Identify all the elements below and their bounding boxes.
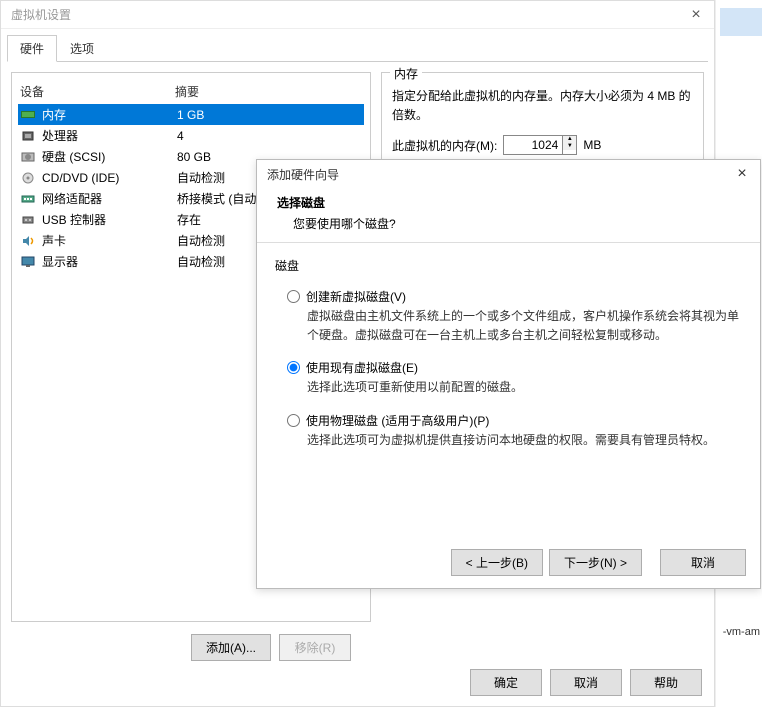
right-strip-highlight xyxy=(720,8,762,36)
close-icon[interactable]: × xyxy=(686,6,706,24)
radio-create-new[interactable]: 创建新虚拟磁盘(V) xyxy=(275,284,742,307)
network-icon xyxy=(20,192,36,206)
device-name: 处理器 xyxy=(42,127,177,144)
remove-button: 移除(R) xyxy=(279,634,351,661)
memory-fieldset: 内存 指定分配给此虚拟机的内存量。内存大小必须为 4 MB 的倍数。 此虚拟机的… xyxy=(381,72,704,168)
wizard-footer: < 上一步(B) 下一步(N) > 取消 xyxy=(451,549,746,576)
header-summary: 摘要 xyxy=(175,83,362,100)
radio-use-physical-desc: 选择此选项可为虚拟机提供直接访问本地硬盘的权限。需要具有管理员特权。 xyxy=(275,431,742,460)
spinner-up-icon[interactable]: ▲ xyxy=(563,136,576,143)
memory-input[interactable] xyxy=(503,135,563,155)
list-buttons: 添加(A)... 移除(R) xyxy=(181,634,351,661)
stray-text: -vm-am xyxy=(723,626,760,638)
radio-use-physical[interactable]: 使用物理磁盘 (适用于高级用户)(P) xyxy=(275,408,742,431)
device-row-memory[interactable]: 内存 1 GB xyxy=(18,104,364,125)
device-row-cpu[interactable]: 处理器 4 xyxy=(18,125,364,146)
radio-use-physical-label: 使用物理磁盘 (适用于高级用户)(P) xyxy=(306,412,489,429)
wizard-cancel-button[interactable]: 取消 xyxy=(660,549,746,576)
wizard-title: 添加硬件向导 xyxy=(265,166,732,183)
memory-legend: 内存 xyxy=(390,65,422,82)
radio-use-physical-input[interactable] xyxy=(287,414,300,427)
tab-options[interactable]: 选项 xyxy=(57,35,107,61)
tab-strip: 硬件 选项 xyxy=(7,35,708,62)
sound-icon xyxy=(20,234,36,248)
wizard-header: 选择磁盘 您要使用哪个磁盘? xyxy=(257,188,760,243)
wizard-header-title: 选择磁盘 xyxy=(277,194,740,211)
memory-spinner[interactable]: ▲▼ xyxy=(563,135,577,155)
wizard-titlebar: 添加硬件向导 × xyxy=(257,160,760,188)
main-titlebar: 虚拟机设置 × xyxy=(1,1,714,29)
device-name: 声卡 xyxy=(42,232,177,249)
device-name: 网络适配器 xyxy=(42,190,177,207)
main-title: 虚拟机设置 xyxy=(9,6,686,23)
radio-use-existing-input[interactable] xyxy=(287,361,300,374)
usb-icon xyxy=(20,213,36,227)
memory-row: 此虚拟机的内存(M): ▲▼ MB xyxy=(392,135,693,155)
memory-desc: 指定分配给此虚拟机的内存量。内存大小必须为 4 MB 的倍数。 xyxy=(392,87,693,125)
ok-button[interactable]: 确定 xyxy=(470,669,542,696)
tab-hardware[interactable]: 硬件 xyxy=(7,35,57,62)
dialog-buttons: 确定 取消 帮助 xyxy=(470,669,702,696)
device-name: CD/DVD (IDE) xyxy=(42,171,177,185)
hdd-icon xyxy=(20,150,36,164)
memory-icon xyxy=(20,108,36,122)
cpu-icon xyxy=(20,129,36,143)
device-table-header: 设备 摘要 xyxy=(18,79,364,104)
radio-use-existing-label: 使用现有虚拟磁盘(E) xyxy=(306,359,418,376)
spinner-down-icon[interactable]: ▼ xyxy=(563,143,576,150)
memory-unit: MB xyxy=(583,138,601,152)
back-button[interactable]: < 上一步(B) xyxy=(451,549,543,576)
add-button[interactable]: 添加(A)... xyxy=(191,634,271,661)
device-name: 显示器 xyxy=(42,253,177,270)
close-icon[interactable]: × xyxy=(732,165,752,183)
cancel-button[interactable]: 取消 xyxy=(550,669,622,696)
memory-label: 此虚拟机的内存(M): xyxy=(392,137,497,154)
device-name: 内存 xyxy=(42,106,177,123)
add-hardware-wizard: 添加硬件向导 × 选择磁盘 您要使用哪个磁盘? 磁盘 创建新虚拟磁盘(V) 虚拟… xyxy=(256,159,761,589)
device-summary: 4 xyxy=(177,129,362,143)
radio-use-existing[interactable]: 使用现有虚拟磁盘(E) xyxy=(275,355,742,378)
wizard-body: 磁盘 创建新虚拟磁盘(V) 虚拟磁盘由主机文件系统上的一个或多个文件组成，客户机… xyxy=(257,243,760,474)
display-icon xyxy=(20,255,36,269)
header-device: 设备 xyxy=(20,83,175,100)
device-name: USB 控制器 xyxy=(42,211,177,228)
radio-create-new-label: 创建新虚拟磁盘(V) xyxy=(306,288,406,305)
radio-use-existing-desc: 选择此选项可重新使用以前配置的磁盘。 xyxy=(275,378,742,407)
help-button[interactable]: 帮助 xyxy=(630,669,702,696)
next-button[interactable]: 下一步(N) > xyxy=(549,549,642,576)
wizard-header-subtitle: 您要使用哪个磁盘? xyxy=(277,215,740,232)
device-summary: 1 GB xyxy=(177,108,362,122)
disk-group-label: 磁盘 xyxy=(275,257,742,274)
cd-icon xyxy=(20,171,36,185)
radio-create-new-desc: 虚拟磁盘由主机文件系统上的一个或多个文件组成，客户机操作系统会将其视为单个硬盘。… xyxy=(275,307,742,355)
device-name: 硬盘 (SCSI) xyxy=(42,148,177,165)
radio-create-new-input[interactable] xyxy=(287,290,300,303)
